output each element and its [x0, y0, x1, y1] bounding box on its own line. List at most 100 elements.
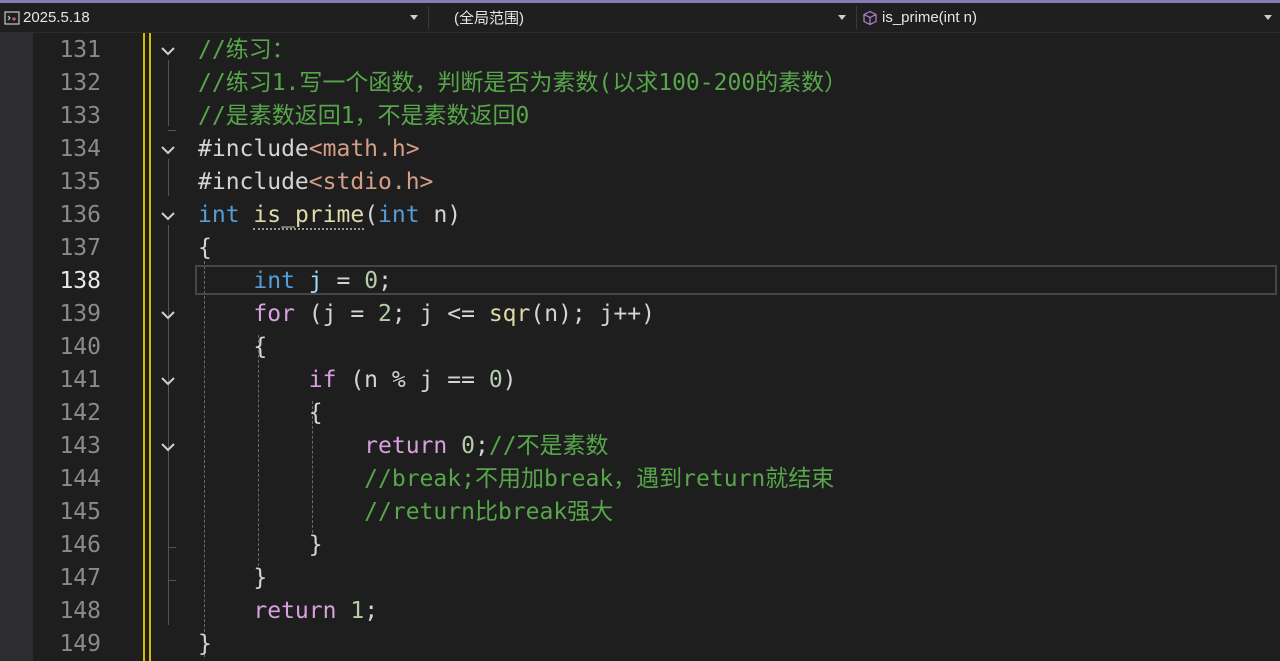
- code-token: for: [253, 301, 295, 327]
- code-token: j: [308, 268, 323, 294]
- code-token: if: [308, 367, 337, 393]
- code-token: }: [198, 565, 268, 591]
- code-line[interactable]: 132 //练习1.写一个函数，判断是否为素数(以求100-200的素数）: [0, 67, 1280, 100]
- chevron-down-icon: [838, 15, 846, 20]
- chevron-down-icon: [1264, 15, 1272, 20]
- code-line[interactable]: 149}: [0, 628, 1280, 661]
- line-number: 141: [59, 367, 101, 393]
- line-number: 146: [59, 532, 101, 558]
- code-token: //是素数返回1，不是素数返回0: [198, 103, 530, 129]
- code-token: (: [364, 202, 379, 228]
- line-number: 136: [59, 202, 101, 228]
- navbar-divider: [856, 6, 857, 29]
- code-line[interactable]: 145 //return比break强大: [0, 496, 1280, 529]
- code-text[interactable]: int j = 0;: [198, 265, 392, 298]
- line-number: 133: [59, 103, 101, 129]
- code-line[interactable]: 135 #include<stdio.h>: [0, 166, 1280, 199]
- code-token: 2: [378, 301, 392, 327]
- line-number: 148: [59, 598, 101, 624]
- code-token: sqr: [488, 301, 531, 327]
- code-token: =: [322, 268, 365, 294]
- fold-chevron-icon[interactable]: [159, 133, 177, 166]
- code-text[interactable]: }: [198, 529, 323, 562]
- line-number: 145: [59, 499, 101, 525]
- code-token: <stdio.h>: [308, 169, 434, 195]
- code-text[interactable]: //练习：: [198, 34, 295, 67]
- code-token: //不是素数: [488, 433, 609, 459]
- code-text[interactable]: //练习1.写一个函数，判断是否为素数(以求100-200的素数）: [198, 67, 847, 100]
- code-token: int: [198, 202, 240, 228]
- code-line[interactable]: 134 #include<math.h>: [0, 133, 1280, 166]
- code-text[interactable]: #include<stdio.h>: [198, 166, 433, 199]
- code-line[interactable]: 139 for (j = 2; j <= sqr(n); j++): [0, 298, 1280, 331]
- code-token: 1: [350, 598, 365, 624]
- code-text[interactable]: int is_prime(int n): [198, 199, 461, 232]
- code-token: #include: [198, 136, 309, 162]
- line-number: 135: [59, 169, 101, 195]
- fold-chevron-icon[interactable]: [159, 298, 177, 331]
- code-text[interactable]: if (n % j == 0): [198, 364, 517, 397]
- code-text[interactable]: #include<math.h>: [198, 133, 420, 166]
- code-line[interactable]: 140 {: [0, 331, 1280, 364]
- code-token: <math.h>: [308, 136, 420, 162]
- code-token: {: [198, 334, 268, 360]
- code-token: int: [253, 268, 295, 294]
- scope-dropdown[interactable]: (全局范围): [430, 3, 854, 32]
- code-token: //break;不用加break，遇到return就结束: [364, 466, 835, 492]
- line-number: 143: [59, 433, 101, 459]
- line-number: 147: [59, 565, 101, 591]
- fold-chevron-icon[interactable]: [159, 430, 177, 463]
- code-text[interactable]: }: [198, 562, 267, 595]
- code-line[interactable]: 141 if (n % j == 0): [0, 364, 1280, 397]
- code-text[interactable]: //break;不用加break，遇到return就结束: [198, 463, 834, 496]
- code-text[interactable]: return 0;//不是素数: [198, 430, 609, 463]
- code-line[interactable]: 131 //练习：: [0, 34, 1280, 67]
- navbar-divider: [428, 6, 429, 29]
- fold-chevron-icon[interactable]: [159, 199, 177, 232]
- line-number: 140: [59, 334, 101, 360]
- code-token: #include: [198, 169, 309, 195]
- code-line[interactable]: 137 {: [0, 232, 1280, 265]
- code-line[interactable]: 133 //是素数返回1，不是素数返回0: [0, 100, 1280, 133]
- code-token: int: [378, 202, 420, 228]
- code-line[interactable]: 136 int is_prime(int n): [0, 199, 1280, 232]
- project-dropdown[interactable]: 2025.5.18: [0, 3, 426, 32]
- code-token: ;: [378, 268, 392, 294]
- code-token: //练习1.写一个函数，判断是否为素数(以求100-200的素数）: [198, 70, 848, 96]
- line-number: 134: [59, 136, 101, 162]
- code-line[interactable]: 144 //break;不用加break，遇到return就结束: [0, 463, 1280, 496]
- code-token: //练习：: [198, 37, 295, 63]
- code-line[interactable]: 138 int j = 0;: [0, 265, 1280, 298]
- code-token: return: [253, 598, 337, 624]
- code-text[interactable]: }: [198, 628, 212, 661]
- line-number: 149: [59, 631, 101, 657]
- code-token: (j =: [294, 301, 379, 327]
- code-text[interactable]: //return比break强大: [198, 496, 613, 529]
- line-number: 132: [59, 70, 101, 96]
- code-line[interactable]: 146 }: [0, 529, 1280, 562]
- fold-chevron-icon[interactable]: [159, 34, 177, 67]
- code-text[interactable]: {: [198, 397, 323, 430]
- code-text[interactable]: //是素数返回1，不是素数返回0: [198, 100, 529, 133]
- code-line[interactable]: 142 {: [0, 397, 1280, 430]
- member-dropdown[interactable]: is_prime(int n): [858, 3, 1280, 32]
- code-text[interactable]: for (j = 2; j <= sqr(n); j++): [198, 298, 655, 331]
- code-text[interactable]: {: [198, 331, 267, 364]
- code-text[interactable]: {: [198, 232, 212, 265]
- code-line[interactable]: 148 return 1;: [0, 595, 1280, 628]
- chevron-down-icon: [410, 15, 418, 20]
- code-line[interactable]: 143 return 0;//不是素数: [0, 430, 1280, 463]
- code-token: ): [502, 367, 517, 393]
- code-text[interactable]: return 1;: [198, 595, 378, 628]
- fold-chevron-icon[interactable]: [159, 364, 177, 397]
- code-line[interactable]: 147 }: [0, 562, 1280, 595]
